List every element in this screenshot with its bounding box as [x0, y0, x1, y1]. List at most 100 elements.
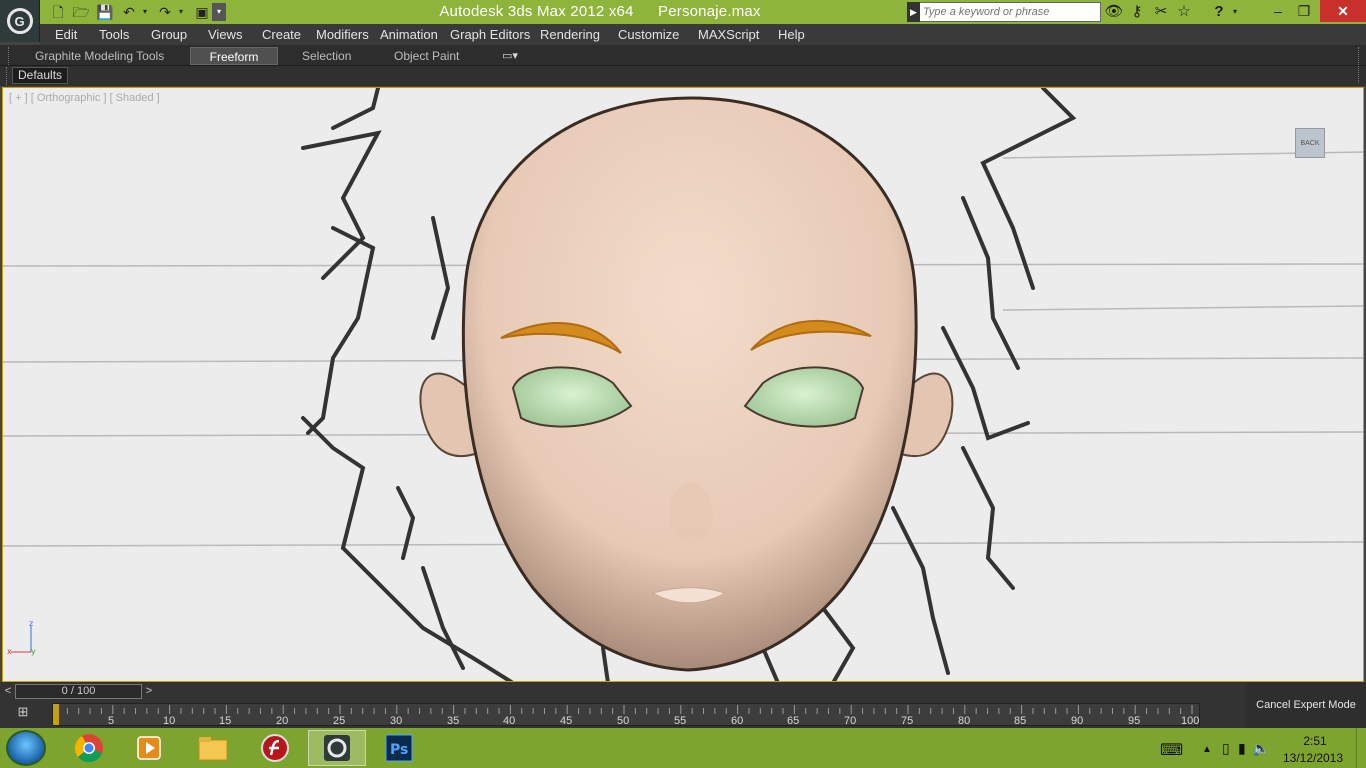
- subscription-key-icon[interactable]: ⚷: [1126, 3, 1148, 21]
- clock-date[interactable]: 13/12/2013: [1280, 751, 1346, 765]
- tick-90: 90: [1071, 715, 1084, 727]
- app-name: Autodesk 3ds Max 2012 x64: [439, 3, 634, 20]
- tick-20: 20: [276, 715, 289, 727]
- track-bar-ticks: [55, 705, 1193, 714]
- undo-icon[interactable]: ↶: [119, 3, 139, 21]
- tab-graphite-modeling-tools[interactable]: Graphite Modeling Tools: [35, 47, 164, 65]
- taskbar-3dsmax[interactable]: [308, 730, 366, 766]
- tick-30: 30: [390, 715, 403, 727]
- tick-55: 55: [674, 715, 687, 727]
- tab-object-paint[interactable]: Object Paint: [394, 47, 459, 65]
- tick-95: 95: [1128, 715, 1141, 727]
- clock-time[interactable]: 2:51: [1290, 734, 1340, 748]
- axis-z-label: z: [29, 619, 33, 628]
- redo-dropdown-icon[interactable]: ▾: [176, 3, 186, 21]
- power-icon[interactable]: ▯: [1222, 740, 1230, 757]
- taskbar-file-explorer[interactable]: [184, 730, 242, 766]
- nose: [669, 483, 713, 543]
- open-file-icon[interactable]: 🗁: [71, 3, 91, 21]
- project-folder-icon[interactable]: ▣: [192, 3, 212, 21]
- tab-selection[interactable]: Selection: [302, 47, 351, 65]
- show-hidden-icons-icon[interactable]: ▲: [1202, 744, 1212, 755]
- track-bar-toggle-icon[interactable]: ⊞: [8, 704, 38, 724]
- viewport-label[interactable]: [ + ] [ Orthographic ] [ Shaded ]: [9, 92, 160, 104]
- time-slider-prev[interactable]: <: [1, 684, 15, 699]
- menu-group[interactable]: Group: [151, 27, 187, 42]
- flash-icon: [261, 734, 289, 762]
- tick-85: 85: [1014, 715, 1027, 727]
- close-icon[interactable]: ✕: [1320, 0, 1366, 22]
- maximize-icon[interactable]: ❐: [1290, 0, 1318, 22]
- menu-views[interactable]: Views: [208, 27, 242, 42]
- time-slider-next[interactable]: >: [142, 684, 156, 699]
- tick-75: 75: [901, 715, 914, 727]
- taskbar-photoshop[interactable]: Ps: [370, 730, 428, 766]
- menu-create[interactable]: Create: [262, 27, 301, 42]
- new-file-icon[interactable]: 🗋: [48, 3, 68, 21]
- cancel-expert-mode-button[interactable]: Cancel Expert Mode: [1246, 682, 1366, 728]
- panel-grip[interactable]: [6, 67, 9, 85]
- tick-40: 40: [503, 715, 516, 727]
- taskbar-chrome[interactable]: [60, 730, 118, 766]
- axis-tripod-icon: z x y: [7, 619, 36, 656]
- media-player-icon: [137, 736, 161, 760]
- app-menu-button[interactable]: G: [0, 0, 40, 42]
- favorites-star-icon[interactable]: ☆: [1173, 3, 1195, 21]
- window-title: Autodesk 3ds Max 2012 x64 Personaje.max: [300, 3, 900, 20]
- tick-60: 60: [731, 715, 744, 727]
- taskbar-media-player[interactable]: [120, 730, 178, 766]
- customize-toolbar-dropdown-icon[interactable]: ▾: [212, 3, 226, 21]
- tick-80: 80: [958, 715, 971, 727]
- communication-center-icon[interactable]: ✂: [1150, 3, 1172, 21]
- axis-y-label: y: [31, 647, 36, 656]
- photoshop-label: Ps: [390, 742, 408, 758]
- undo-dropdown-icon[interactable]: ▾: [140, 3, 150, 21]
- menu-rendering[interactable]: Rendering: [540, 27, 600, 42]
- volume-icon[interactable]: 🔈: [1252, 740, 1269, 757]
- viewcube[interactable]: BACK: [1295, 128, 1325, 158]
- tick-65: 65: [787, 715, 800, 727]
- menu-animation[interactable]: Animation: [380, 27, 438, 42]
- tab-freeform[interactable]: Freeform: [190, 47, 278, 65]
- file-name: Personaje.max: [658, 3, 761, 20]
- tick-45: 45: [560, 715, 573, 727]
- time-slider[interactable]: 0 / 100: [15, 684, 142, 699]
- search-expand-icon[interactable]: ▶: [907, 2, 920, 22]
- menu-help[interactable]: Help: [778, 27, 805, 42]
- tick-25: 25: [333, 715, 346, 727]
- save-icon[interactable]: 💾: [95, 3, 115, 21]
- menu-maxscript[interactable]: MAXScript: [698, 27, 759, 42]
- 3dsmax-icon: [324, 735, 350, 761]
- menu-customize[interactable]: Customize: [618, 27, 679, 42]
- infocenter-binoculars-icon[interactable]: 👁: [1103, 3, 1125, 21]
- taskbar-flash[interactable]: [246, 730, 304, 766]
- perspective-viewport[interactable]: [ + ] [ Orthographic ] [ Shaded ] BACK z…: [2, 87, 1364, 682]
- menu-edit[interactable]: Edit: [55, 27, 77, 42]
- viewport-scene: [3, 88, 1363, 681]
- minimize-icon[interactable]: –: [1264, 0, 1292, 22]
- ribbon-panel: [0, 66, 1366, 86]
- tick-35: 35: [447, 715, 460, 727]
- menu-graph-editors[interactable]: Graph Editors: [450, 27, 530, 42]
- tick-70: 70: [844, 715, 857, 727]
- network-icon[interactable]: ▮: [1238, 740, 1246, 757]
- redo-icon[interactable]: ↷: [155, 3, 175, 21]
- menu-tools[interactable]: Tools: [99, 27, 129, 42]
- tick-50: 50: [617, 715, 630, 727]
- menu-modifiers[interactable]: Modifiers: [316, 27, 369, 42]
- tick-15: 15: [219, 715, 232, 727]
- start-button[interactable]: [6, 730, 46, 766]
- help-dropdown-icon[interactable]: ▾: [1230, 3, 1240, 21]
- touch-keyboard-icon[interactable]: ⌨: [1160, 740, 1183, 760]
- ribbon-grip[interactable]: [8, 47, 11, 65]
- chrome-icon: [74, 734, 103, 763]
- tick-100: 100: [1181, 715, 1200, 727]
- 3dsmax-logo-icon: G: [6, 8, 33, 34]
- ribbon-right-grip[interactable]: [1358, 47, 1361, 83]
- help-icon[interactable]: ?: [1208, 3, 1230, 21]
- ribbon-minimize-icon[interactable]: ▭▾: [502, 47, 518, 65]
- search-input[interactable]: [921, 3, 1099, 21]
- axis-x-label: x: [7, 647, 12, 656]
- show-desktop-button[interactable]: [1356, 728, 1366, 768]
- defaults-panel-button[interactable]: Defaults: [12, 67, 69, 84]
